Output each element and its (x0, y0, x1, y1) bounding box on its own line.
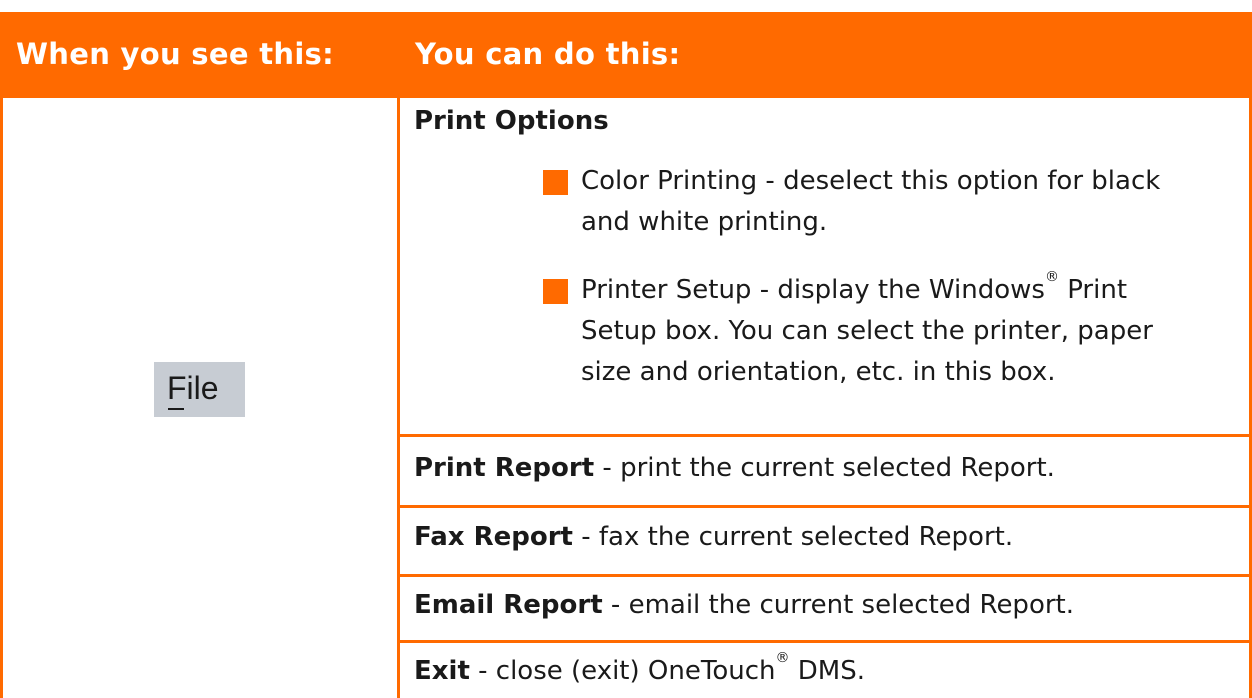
fax-report-desc: - fax the current selected Report. (572, 522, 1014, 552)
fax-report-row: Fax Report - fax the current selected Re… (414, 514, 1013, 560)
header-col-when: When you see this: (16, 37, 335, 71)
registered-mark: ® (1044, 269, 1059, 285)
color-printing-line-2: and white printing. (581, 207, 828, 237)
table-border-left (0, 98, 3, 698)
fax-report-label: Fax Report (414, 522, 573, 552)
printer-setup-line-2: Setup box. You can select the printer, p… (581, 316, 1153, 346)
print-report-desc: - print the current selected Report. (594, 453, 1055, 483)
table-divider-column (397, 98, 400, 698)
color-printing-line-1: Color Printing - deselect this option fo… (581, 166, 1161, 196)
print-report-label: Print Report (414, 453, 595, 483)
email-report-desc: - email the current selected Report. (602, 590, 1074, 620)
bullet-square-icon (543, 279, 568, 304)
exit-label: Exit (414, 656, 470, 686)
print-report-row: Print Report - print the current selecte… (414, 445, 1055, 491)
row-divider (400, 434, 1249, 437)
mnemonic-underline (168, 408, 184, 410)
email-report-row: Email Report - email the current selecte… (414, 582, 1074, 628)
email-report-label: Email Report (414, 590, 603, 620)
table-header: When you see this: You can do this: (0, 0, 1252, 98)
printer-setup-line-1: Printer Setup - display the Windows® Pri… (581, 269, 1128, 305)
menu-reference-table: When you see this: You can do this: File… (0, 0, 1252, 698)
bullet-square-icon (543, 170, 568, 195)
exit-row: Exit - close (exit) OneTouch® DMS. (414, 650, 865, 686)
row-divider (400, 574, 1249, 577)
row-divider (400, 640, 1249, 643)
file-menu-label: File (167, 370, 219, 406)
row-divider (400, 505, 1249, 508)
printer-setup-line-3: size and orientation, etc. in this box. (581, 357, 1056, 387)
header-col-do: You can do this: (415, 37, 681, 71)
registered-mark: ® (775, 650, 790, 666)
file-menu-button[interactable]: File (154, 362, 245, 417)
print-options-title: Print Options (414, 106, 609, 136)
